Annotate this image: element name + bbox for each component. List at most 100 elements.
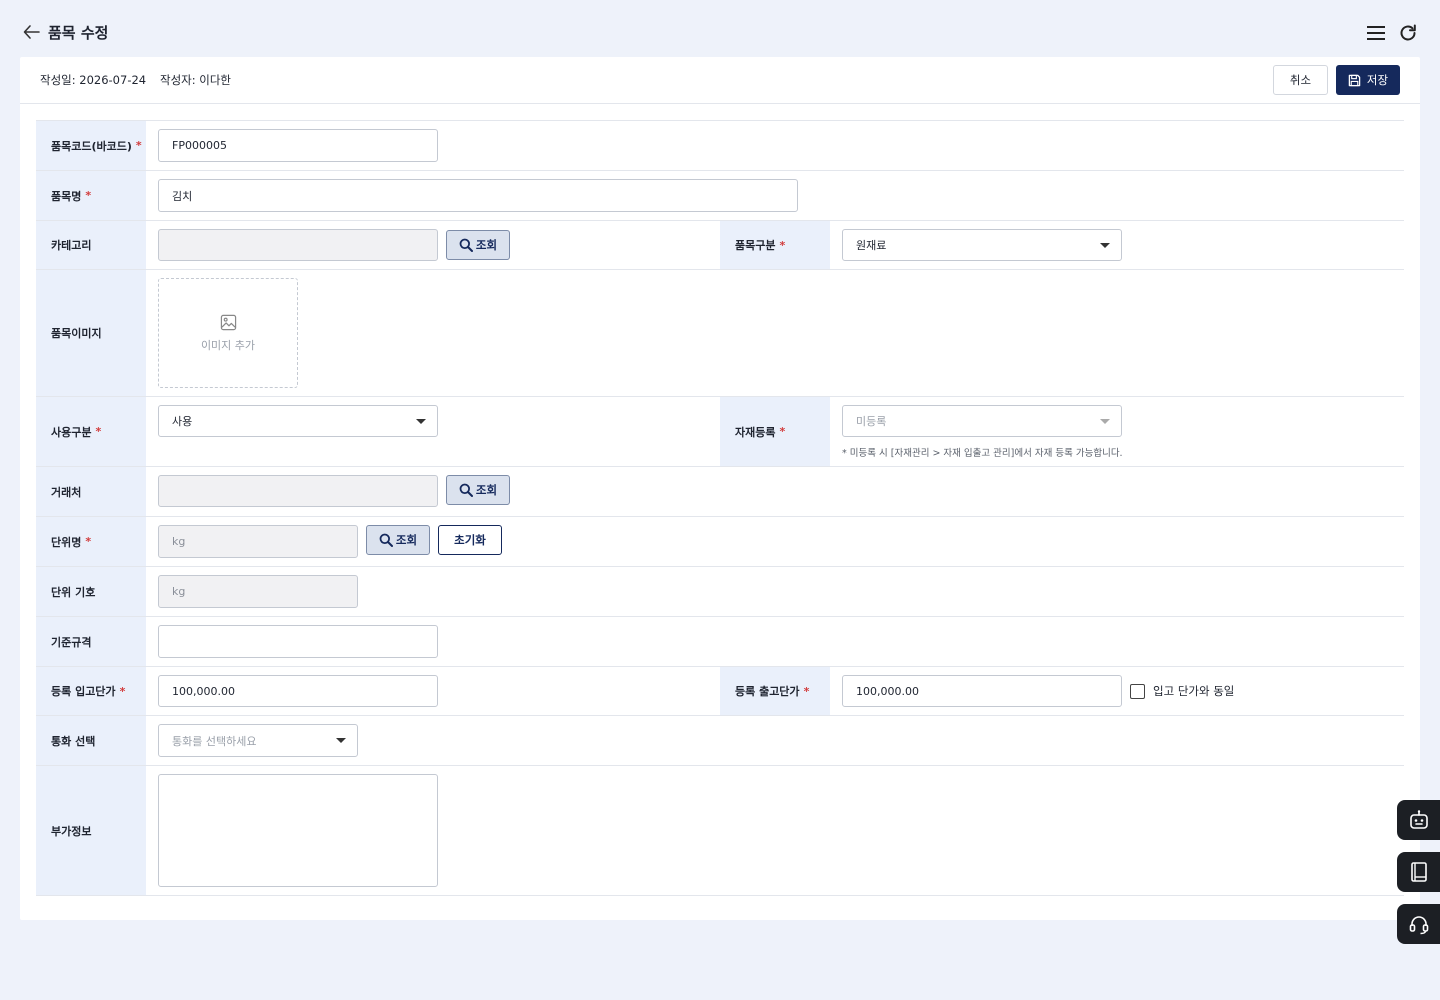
- required-mark: *: [85, 535, 92, 548]
- item-type-label-text: 품목구분: [735, 239, 776, 252]
- item-type-select[interactable]: 원재료: [842, 229, 1122, 261]
- refresh-icon[interactable]: [1398, 23, 1418, 43]
- meta-row: 작성일: 2026-07-24 작성자: 이다한 취소 저장: [20, 57, 1420, 104]
- standard-spec-input[interactable]: [158, 625, 438, 658]
- item-code-input[interactable]: FP000005: [158, 129, 438, 162]
- chevron-down-icon: [416, 419, 426, 424]
- category-label: 카테고리: [36, 221, 146, 269]
- back-arrow-icon[interactable]: [22, 22, 42, 42]
- unit-name-label: 단위명 *: [36, 517, 146, 566]
- usage-label: 사용구분 *: [36, 397, 146, 466]
- cancel-button[interactable]: 취소: [1273, 65, 1328, 95]
- chevron-down-icon: [336, 738, 346, 743]
- save-icon: [1348, 74, 1361, 86]
- row-standard-spec: 기준규격: [36, 617, 1404, 667]
- required-mark: *: [779, 238, 786, 252]
- vendor-input: [158, 475, 438, 507]
- usage-select[interactable]: 사용: [158, 405, 438, 437]
- item-name-label-text: 품목명: [51, 189, 82, 203]
- row-extra-info: 부가정보: [36, 766, 1404, 896]
- search-icon: [459, 238, 473, 252]
- required-mark: *: [95, 425, 102, 438]
- required-mark: *: [135, 139, 142, 152]
- unit-name-value: kg: [172, 535, 186, 548]
- unit-symbol-input: kg: [158, 575, 358, 608]
- row-unit-name: 단위명 * kg 조회 초기화: [36, 517, 1404, 567]
- item-type-value: 원재료: [856, 239, 887, 252]
- unit-symbol-label: 단위 기호: [36, 567, 146, 616]
- menu-icon[interactable]: [1366, 24, 1386, 42]
- vendor-lookup-label: 조회: [475, 483, 498, 497]
- row-usage: 사용구분 * 사용 자재등록 * 미등록 * 미등록 시 [자재관리 > 자재 입출…: [36, 397, 1404, 467]
- image-add-text: 이미지 추가: [200, 338, 256, 352]
- manual-button[interactable]: [1397, 852, 1440, 892]
- checkbox-box[interactable]: [1130, 683, 1145, 699]
- required-mark: *: [779, 425, 786, 438]
- row-item-image: 품목이미지 이미지 추가: [36, 270, 1404, 397]
- unit-reset-button[interactable]: 초기화: [438, 525, 502, 555]
- in-price-value: 100,000.00: [172, 684, 235, 698]
- headset-icon: [1409, 916, 1428, 935]
- vendor-label-text: 거래처: [51, 485, 82, 499]
- currency-select[interactable]: 통화를 선택하세요: [158, 724, 358, 757]
- material-reg-label-text: 자재등록: [735, 425, 776, 439]
- in-price-input[interactable]: 100,000.00: [158, 675, 438, 707]
- support-button[interactable]: [1397, 904, 1440, 944]
- extra-info-textarea[interactable]: [158, 774, 438, 887]
- save-button-label: 저장: [1366, 73, 1389, 87]
- currency-placeholder: 통화를 선택하세요: [172, 734, 257, 748]
- image-icon: [220, 314, 236, 330]
- unit-symbol-value: kg: [172, 585, 186, 598]
- save-button[interactable]: 저장: [1336, 65, 1400, 95]
- row-prices: 등록 입고단가 * 100,000.00 등록 출고단가 * 100,000.00 …: [36, 667, 1404, 716]
- item-code-value: FP000005: [172, 139, 227, 152]
- material-reg-select[interactable]: 미등록: [842, 405, 1122, 437]
- same-as-in-price-checkbox[interactable]: 입고 단가와 동일: [1130, 683, 1234, 699]
- image-upload-area[interactable]: 이미지 추가: [158, 278, 298, 388]
- robot-icon: [1409, 810, 1428, 829]
- top-bar: 품목 수정: [0, 0, 1440, 57]
- chevron-down-icon: [1100, 419, 1110, 424]
- required-mark: *: [803, 684, 810, 698]
- currency-label: 통화 선택: [36, 716, 146, 765]
- out-price-label: 등록 출고단가 *: [720, 667, 830, 715]
- usage-value: 사용: [172, 415, 193, 428]
- standard-spec-label-text: 기준규격: [51, 635, 92, 649]
- extra-info-label-text: 부가정보: [51, 824, 92, 838]
- required-mark: *: [85, 189, 92, 202]
- in-price-label: 등록 입고단가 *: [36, 667, 146, 715]
- item-name-label: 품목명 *: [36, 171, 146, 220]
- unit-name-input: kg: [158, 525, 358, 558]
- category-lookup-label: 조회: [475, 238, 498, 252]
- currency-label-text: 통화 선택: [51, 734, 96, 748]
- item-code-label-text: 품목코드(바코드): [51, 139, 132, 153]
- in-price-label-text: 등록 입고단가: [51, 685, 116, 698]
- out-price-label-text: 등록 출고단가: [735, 685, 800, 698]
- standard-spec-label: 기준규격: [36, 617, 146, 666]
- row-item-code: 품목코드(바코드) * FP000005: [36, 121, 1404, 171]
- edit-form-card: 작성일: 2026-07-24 작성자: 이다한 취소 저장 품목코드(바코드)…: [20, 57, 1420, 920]
- category-label-text: 카테고리: [51, 239, 92, 252]
- row-category: 카테고리 조회 품목구분 * 원재료: [36, 221, 1404, 270]
- material-reg-value: 미등록: [856, 415, 887, 428]
- created-date: 작성일: 2026-07-24: [40, 73, 147, 87]
- out-price-input[interactable]: 100,000.00: [842, 675, 1122, 707]
- material-reg-hint: * 미등록 시 [자재관리 > 자재 입출고 관리]에서 자재 등록 가능합니다…: [842, 448, 1123, 459]
- row-item-name: 품목명 * 김치: [36, 171, 1404, 221]
- unit-symbol-label-text: 단위 기호: [51, 585, 96, 599]
- vendor-lookup-button[interactable]: 조회: [446, 475, 510, 505]
- category-input: [158, 229, 438, 261]
- item-name-input[interactable]: 김치: [158, 179, 798, 212]
- page-title: 품목 수정: [48, 24, 109, 42]
- vendor-label: 거래처: [36, 467, 146, 516]
- item-image-label: 품목이미지: [36, 270, 146, 396]
- unit-name-label-text: 단위명: [51, 535, 82, 549]
- same-as-in-price-label: 입고 단가와 동일: [1153, 684, 1235, 698]
- chatbot-button[interactable]: [1397, 800, 1440, 840]
- item-form: 품목코드(바코드) * FP000005 품목명 * 김치 카테고리 조회 품목…: [36, 120, 1404, 896]
- unit-lookup-button[interactable]: 조회: [366, 525, 430, 555]
- category-lookup-button[interactable]: 조회: [446, 230, 510, 260]
- row-vendor: 거래처 조회: [36, 467, 1404, 517]
- row-unit-symbol: 단위 기호 kg: [36, 567, 1404, 617]
- search-icon: [459, 483, 473, 497]
